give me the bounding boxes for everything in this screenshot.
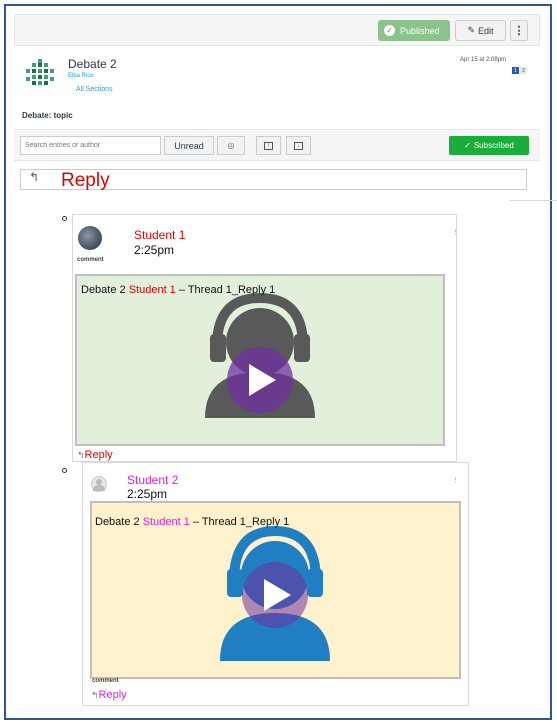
video-thumbnail[interactable]: [75, 274, 445, 446]
edit-button[interactable]: ✎ Edit: [455, 20, 506, 41]
list-bullet: [62, 216, 67, 221]
default-avatar[interactable]: [91, 476, 107, 492]
read-count-badges: 1 2: [512, 67, 527, 74]
caption-student-name: Student 1: [128, 284, 176, 296]
published-label: Published: [400, 25, 440, 36]
total-count-badge: 2: [520, 67, 527, 74]
edit-label: Edit: [478, 25, 494, 36]
discussion-topic: Debate: topic: [22, 111, 73, 120]
entry-options-icon[interactable]: ⋮: [452, 228, 459, 236]
reply-label: Reply: [84, 449, 113, 461]
expand-replies-button[interactable]: ↓: [286, 136, 311, 155]
reply-arrow-icon: ↰: [91, 690, 99, 700]
entry-author-name[interactable]: Student 2: [127, 473, 178, 487]
subscribed-label: Subscribed: [473, 141, 514, 150]
kebab-icon: ⋮: [513, 25, 525, 37]
entry-reply-link[interactable]: ↰Reply: [91, 689, 127, 701]
entry-options-icon[interactable]: ⋮: [452, 476, 459, 484]
divider: [510, 200, 557, 201]
published-button[interactable]: ✓ Published: [378, 20, 450, 41]
entry-reply-link[interactable]: ↰Reply: [77, 449, 113, 461]
unread-count-badge: 1: [512, 67, 519, 74]
video-caption: Debate 2 Student 1 – Thread 1_Reply 1: [95, 516, 289, 528]
expand-icon: ↓: [294, 141, 303, 150]
entry-author-name[interactable]: Student 1: [134, 228, 185, 242]
collapse-replies-button[interactable]: ↑: [256, 136, 281, 155]
entry-tag: comment: [92, 678, 119, 684]
more-options-button[interactable]: ⋮: [510, 20, 528, 41]
caption-student-name: Student 1: [142, 516, 190, 528]
video-caption: Debate 2 Student 1 – Thread 1_Reply 1: [81, 284, 275, 296]
caption-prefix: Debate 2: [81, 284, 129, 296]
student-avatar[interactable]: [78, 226, 102, 250]
entry-tag: comment: [77, 257, 104, 263]
list-bullet: [62, 468, 67, 473]
unread-filter-button[interactable]: Unread: [164, 136, 214, 155]
post-date: Apr 15 at 2:08pm: [460, 57, 507, 63]
entry-time: 2:25pm: [127, 487, 168, 501]
discussion-title: Debate 2: [68, 57, 117, 71]
search-entries-input[interactable]: [20, 136, 161, 155]
author-name-link[interactable]: Elba Rios: [68, 73, 94, 79]
caption-suffix: – Thread 1_Reply 1: [189, 516, 290, 528]
eye-icon: ◎: [227, 141, 235, 150]
pencil-icon: ✎: [467, 25, 476, 35]
sections-link[interactable]: All Sections: [76, 86, 113, 93]
reply-link[interactable]: Reply: [61, 170, 110, 192]
check-circle-icon: ✓: [384, 25, 395, 36]
entry-time: 2:25pm: [134, 243, 175, 257]
reply-label: Reply: [98, 689, 127, 701]
reply-arrow-icon: ↰: [77, 450, 85, 460]
reply-arrow-icon: ↰: [29, 170, 40, 184]
checkmark-icon: ✓: [464, 141, 471, 150]
caption-suffix: – Thread 1_Reply 1: [175, 284, 276, 296]
author-avatar[interactable]: [22, 55, 58, 91]
subscribed-button[interactable]: ✓ Subscribed: [449, 136, 529, 155]
caption-prefix: Debate 2: [95, 516, 143, 528]
view-toggle-button[interactable]: ◎: [217, 136, 245, 155]
collapse-icon: ↑: [264, 141, 273, 150]
